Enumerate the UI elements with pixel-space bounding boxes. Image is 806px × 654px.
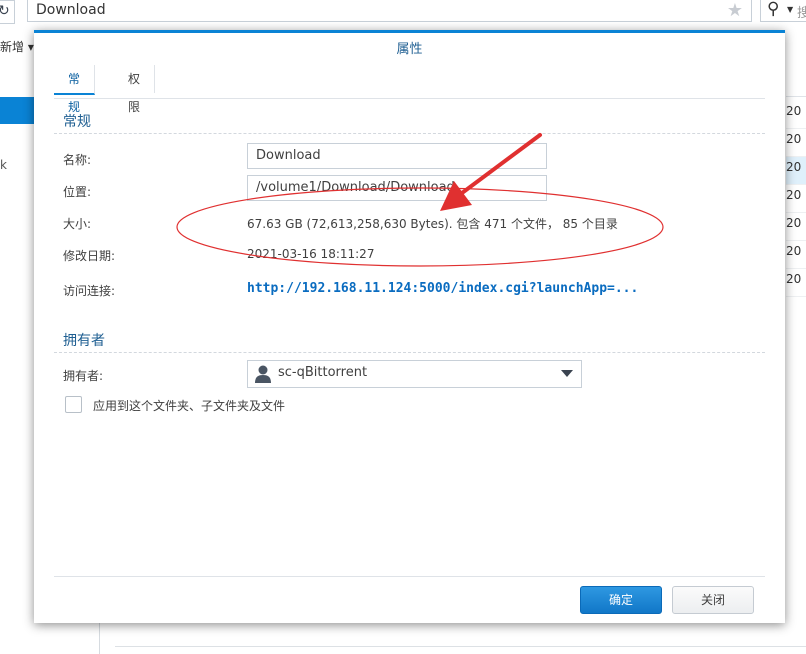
modified-date-label: 修改日期:: [63, 249, 116, 263]
close-button[interactable]: 关闭: [672, 586, 754, 614]
list-item[interactable]: 20: [786, 269, 806, 297]
divider: [99, 620, 100, 654]
divider: [54, 98, 765, 99]
chevron-down-icon: ▼: [787, 5, 794, 14]
sidebar-item-selected[interactable]: [0, 97, 36, 124]
path-value: Download: [36, 2, 106, 18]
owner-value: sc-qBittorrent: [278, 365, 368, 380]
divider: [54, 352, 765, 353]
location-label: 位置:: [63, 185, 92, 199]
owner-select[interactable]: sc-qBittorrent: [247, 360, 582, 388]
refresh-button[interactable]: ↻: [0, 0, 15, 24]
star-icon[interactable]: ★: [727, 0, 743, 21]
list-item[interactable]: 20: [786, 213, 806, 241]
file-list-date-column: 20 20 20 20 20 20 20: [786, 101, 806, 297]
list-item[interactable]: 20: [786, 241, 806, 269]
access-link-label: 访问连接:: [63, 284, 116, 298]
user-icon: [255, 365, 271, 383]
list-item[interactable]: 20: [786, 185, 806, 213]
search-placeholder: 搜: [797, 6, 806, 21]
dialog-title: 属性: [396, 42, 423, 57]
tab-permissions[interactable]: 权限: [114, 65, 156, 114]
refresh-icon: ↻: [0, 3, 10, 19]
path-bar[interactable]: Download ★: [27, 0, 752, 22]
access-link[interactable]: http://192.168.11.124:5000/index.cgi?lau…: [247, 281, 638, 296]
list-item[interactable]: 20: [786, 129, 806, 157]
ok-button[interactable]: 确定: [580, 586, 662, 614]
modified-date-value: 2021-03-16 18:11:27: [247, 247, 375, 261]
divider: [115, 646, 806, 647]
properties-dialog: 属性 常规 权限 常规 名称: Download 位置: /volume1/Do…: [34, 30, 785, 623]
file-list-header-line: [786, 96, 806, 97]
apply-recursive-label[interactable]: 应用到这个文件夹、子文件夹及文件: [93, 397, 285, 414]
location-field[interactable]: /volume1/Download/Download: [247, 175, 547, 201]
name-field[interactable]: Download: [247, 143, 547, 169]
size-label: 大小:: [63, 217, 92, 231]
search-box[interactable]: ⚲ ▼ 搜: [760, 0, 806, 22]
search-icon: ⚲: [767, 0, 780, 19]
divider: [54, 133, 765, 134]
owner-label: 拥有者:: [63, 369, 104, 383]
section-title-owner: 拥有者: [63, 333, 105, 349]
apply-recursive-checkbox[interactable]: [65, 396, 82, 413]
new-button-label: 新增: [0, 40, 25, 54]
chevron-down-icon[interactable]: [561, 370, 573, 377]
section-title-general: 常规: [63, 114, 91, 130]
list-item[interactable]: 20: [786, 157, 806, 185]
name-label: 名称:: [63, 153, 92, 167]
sidebar-item-fragment: k: [0, 158, 7, 172]
divider: [54, 576, 765, 577]
tab-general[interactable]: 常规: [54, 65, 96, 114]
size-value: 67.63 GB (72,613,258,630 Bytes). 包含 471 …: [247, 217, 618, 231]
list-item[interactable]: 20: [786, 101, 806, 129]
new-button[interactable]: 新增 ▾: [0, 38, 34, 55]
